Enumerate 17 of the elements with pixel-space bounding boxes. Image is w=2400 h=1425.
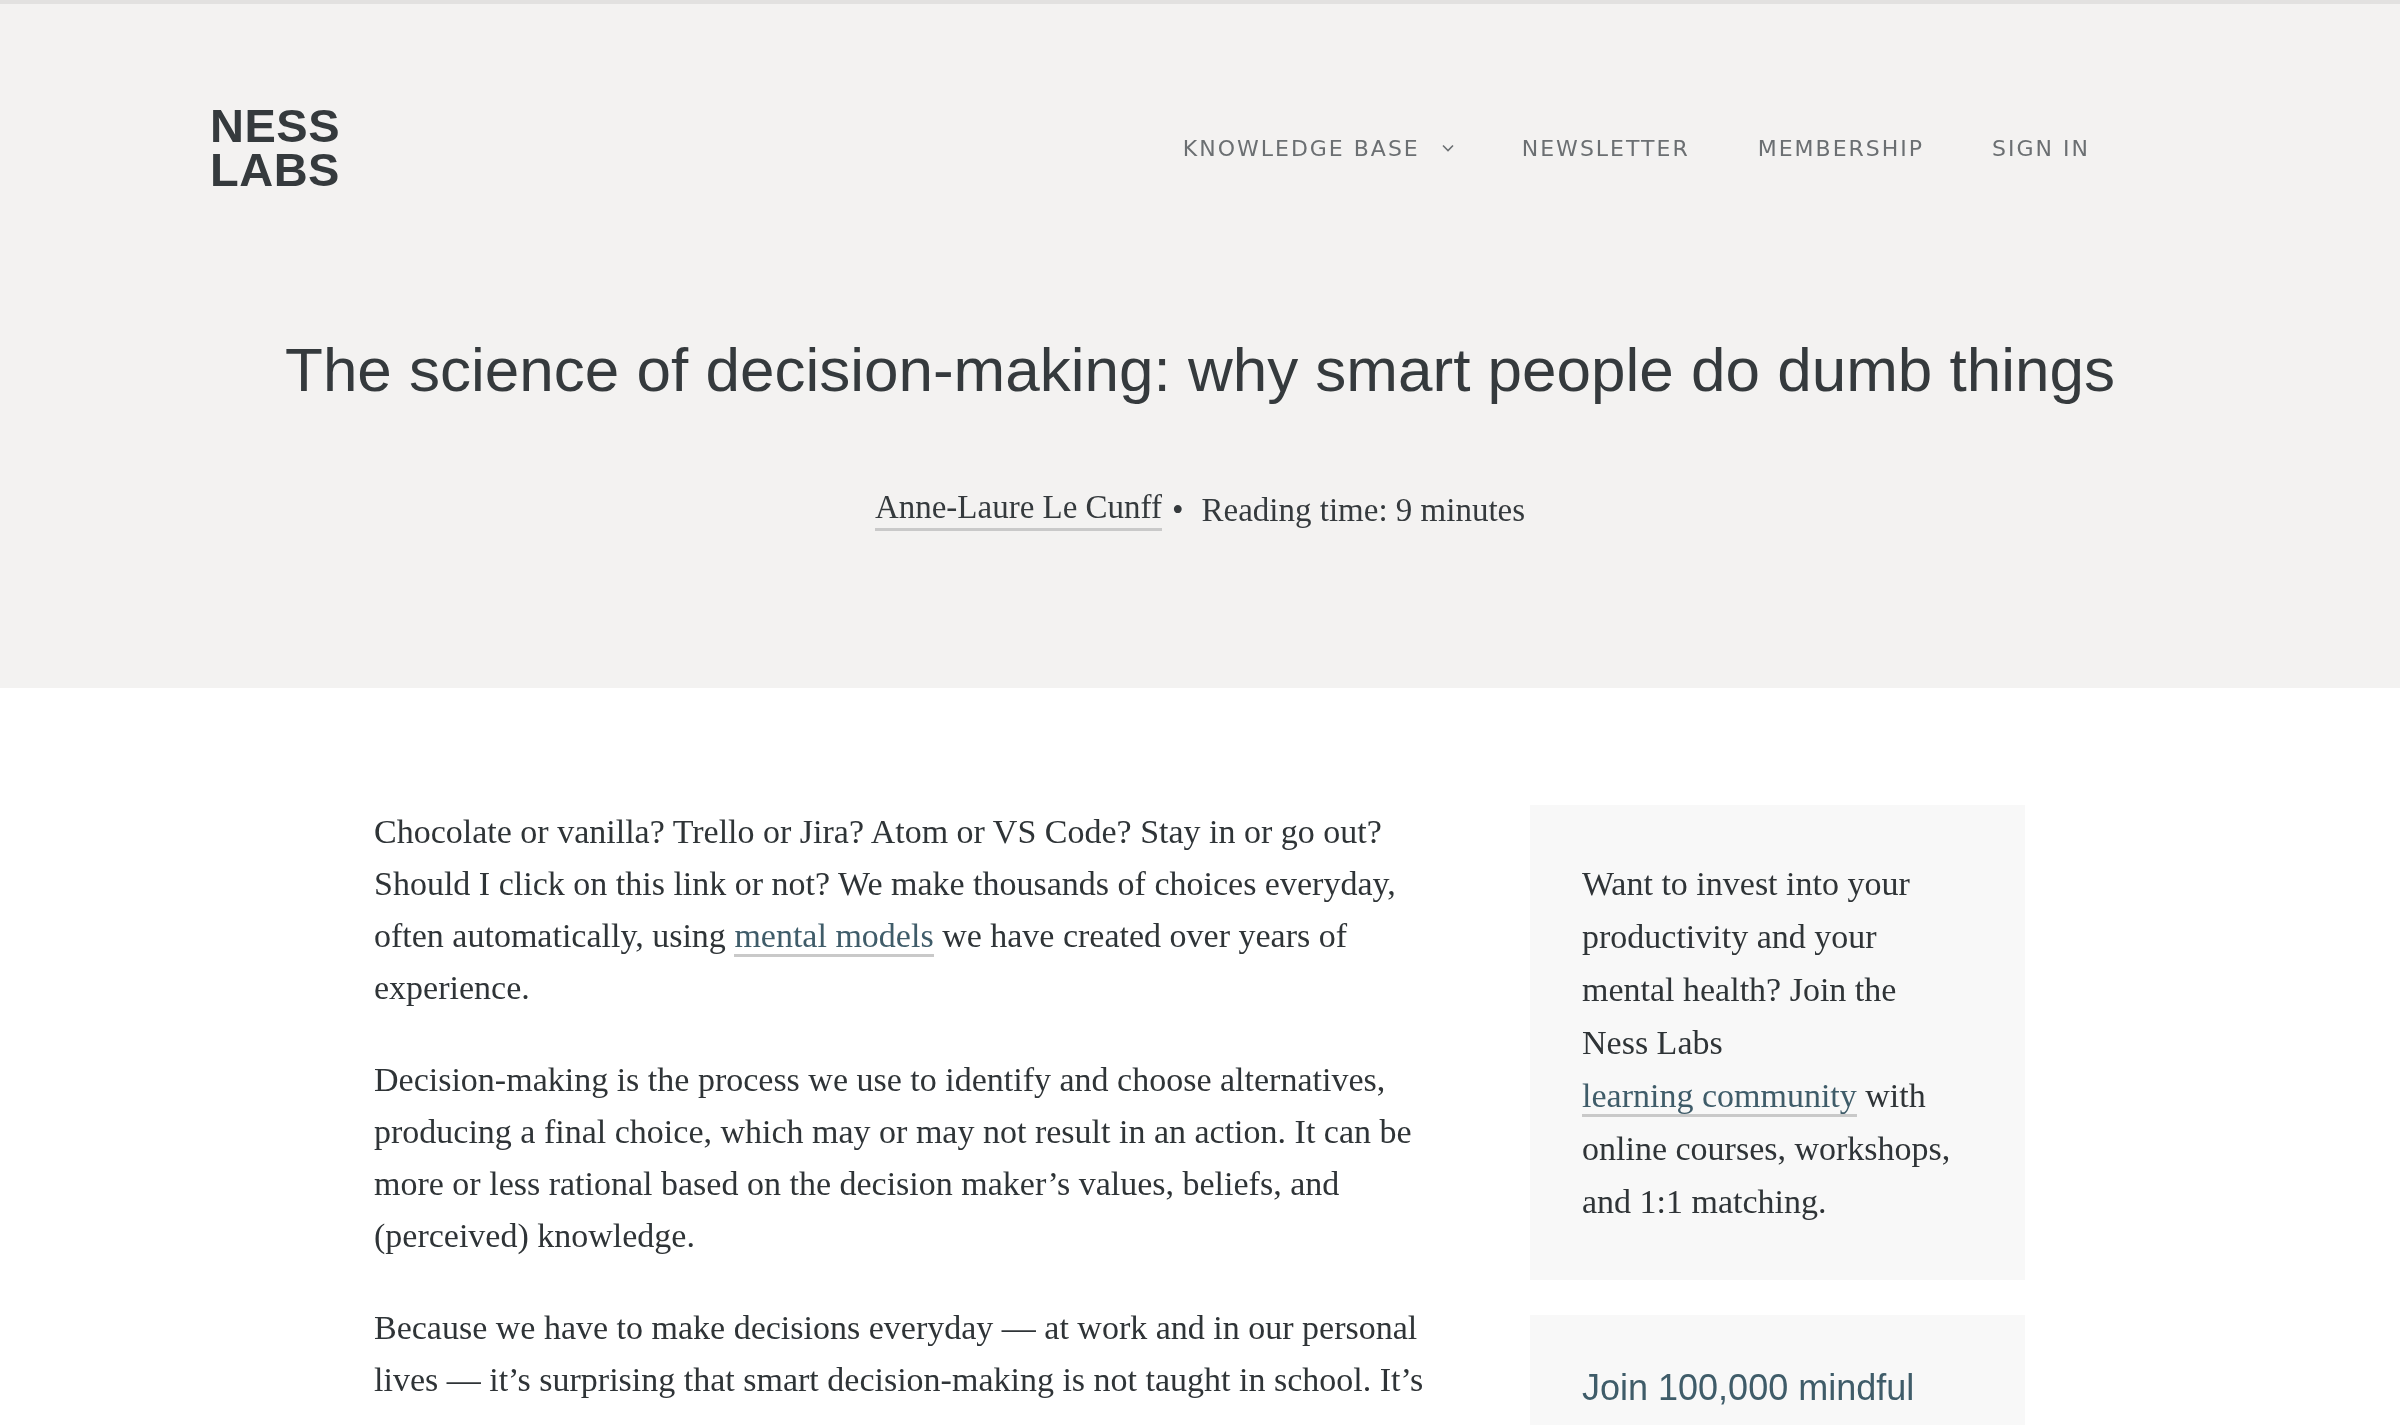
nav-link[interactable]: KNOWLEDGE BASE	[1182, 135, 1454, 161]
article-paragraph: Chocolate or vanilla? Trello or Jira? Atom or VS Code? Stay in or go out? Should I click on this link or not? We make thousands of choices everyday, often automatically, using mental models we have created over years of experience.	[374, 812, 1397, 1008]
caret-icon	[1441, 144, 1454, 152]
nav-link[interactable]: MEMBERSHIP	[1757, 135, 1925, 161]
reading-time: Reading time: 9 minutes	[1201, 491, 1526, 529]
newsletter-heading: Join 100,000 mindful	[1582, 1367, 1916, 1409]
article-paragraph: Decision-making is the process we use to identify and choose alternatives, producing a final choice, which may or may not result in an action. It can be more or less rational based on the decision maker’s values, beliefs, and (perceived) knowledge.	[374, 1060, 1413, 1256]
nav-link[interactable]: NEWSLETTER	[1521, 135, 1690, 161]
nav-link[interactable]: SIGN IN	[1992, 135, 2090, 161]
inline-link[interactable]: learning community	[1582, 1077, 1857, 1117]
author-link[interactable]: Anne-Laure Le Cunff	[874, 489, 1162, 531]
article-paragraph: Because we have to make decisions everyday — at work and in our personal lives — it’s surprising that smart decision-making is not taught in school. It’s	[374, 1308, 1425, 1400]
bullet-separator: •	[1172, 491, 1184, 529]
inline-link[interactable]: mental models	[734, 917, 934, 957]
article-title: The science of decision-making: why smart people do dumb things	[284, 334, 2116, 405]
promo-text: Want to invest into your productivity and your mental health? Join the Ness Labs learning community with online courses, workshops, and 1:1 matching.	[1582, 864, 1952, 1222]
logo[interactable]: NESS LABS	[210, 104, 340, 192]
